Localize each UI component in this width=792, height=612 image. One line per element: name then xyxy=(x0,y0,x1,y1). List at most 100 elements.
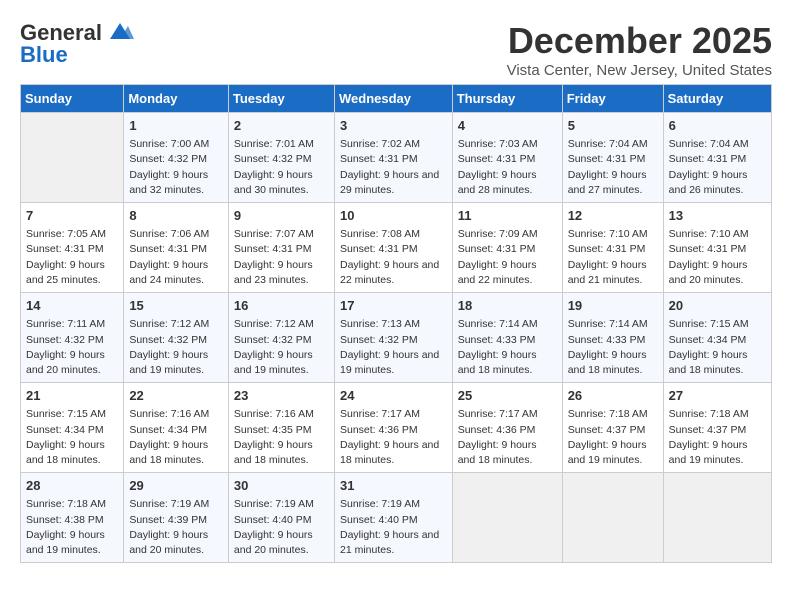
calendar-cell: 6 Sunrise: 7:04 AMSunset: 4:31 PMDaylight… xyxy=(663,113,771,203)
calendar-cell: 7 Sunrise: 7:05 AMSunset: 4:31 PMDaylight… xyxy=(21,203,124,293)
day-number: 17 xyxy=(340,297,447,315)
cell-content: Sunrise: 7:16 AMSunset: 4:35 PMDaylight:… xyxy=(234,408,314,466)
day-number: 16 xyxy=(234,297,329,315)
day-number: 9 xyxy=(234,207,329,225)
calendar-cell: 27 Sunrise: 7:18 AMSunset: 4:37 PMDayligh… xyxy=(663,383,771,473)
day-number: 21 xyxy=(26,387,118,405)
day-number: 28 xyxy=(26,477,118,495)
cell-content: Sunrise: 7:09 AMSunset: 4:31 PMDaylight:… xyxy=(458,228,538,286)
cell-content: Sunrise: 7:13 AMSunset: 4:32 PMDaylight:… xyxy=(340,318,439,376)
cell-content: Sunrise: 7:17 AMSunset: 4:36 PMDaylight:… xyxy=(340,408,439,466)
cell-content: Sunrise: 7:16 AMSunset: 4:34 PMDaylight:… xyxy=(129,408,209,466)
cell-content: Sunrise: 7:18 AMSunset: 4:38 PMDaylight:… xyxy=(26,498,106,556)
day-number: 3 xyxy=(340,117,447,135)
cell-content: Sunrise: 7:03 AMSunset: 4:31 PMDaylight:… xyxy=(458,138,538,196)
calendar-body: 1Sunrise: 7:00 AMSunset: 4:32 PMDaylight… xyxy=(21,113,772,563)
day-header-saturday: Saturday xyxy=(663,85,771,113)
calendar-cell: 30Sunrise: 7:19 AMSunset: 4:40 PMDayligh… xyxy=(228,473,334,563)
cell-content: Sunrise: 7:01 AMSunset: 4:32 PMDaylight:… xyxy=(234,138,314,196)
location: Vista Center, New Jersey, United States xyxy=(507,62,772,79)
day-number: 12 xyxy=(568,207,658,225)
day-number: 15 xyxy=(129,297,223,315)
calendar-cell: 22 Sunrise: 7:16 AMSunset: 4:34 PMDayligh… xyxy=(124,383,229,473)
cell-content: Sunrise: 7:05 AMSunset: 4:31 PMDaylight:… xyxy=(26,228,106,286)
cell-content: Sunrise: 7:04 AMSunset: 4:31 PMDaylight:… xyxy=(568,138,648,196)
day-number: 4 xyxy=(458,117,557,135)
cell-content: Sunrise: 7:11 AMSunset: 4:32 PMDaylight:… xyxy=(26,318,105,376)
cell-content: Sunrise: 7:17 AMSunset: 4:36 PMDaylight:… xyxy=(458,408,538,466)
cell-content: Sunrise: 7:07 AMSunset: 4:31 PMDaylight:… xyxy=(234,228,314,286)
calendar-cell: 23 Sunrise: 7:16 AMSunset: 4:35 PMDayligh… xyxy=(228,383,334,473)
day-number: 18 xyxy=(458,297,557,315)
calendar-cell: 1Sunrise: 7:00 AMSunset: 4:32 PMDaylight… xyxy=(124,113,229,203)
calendar-cell xyxy=(562,473,663,563)
day-number: 10 xyxy=(340,207,447,225)
cell-content: Sunrise: 7:00 AMSunset: 4:32 PMDaylight:… xyxy=(129,138,209,196)
day-number: 14 xyxy=(26,297,118,315)
cell-content: Sunrise: 7:18 AMSunset: 4:37 PMDaylight:… xyxy=(669,408,749,466)
day-header-monday: Monday xyxy=(124,85,229,113)
calendar-week-row: 7 Sunrise: 7:05 AMSunset: 4:31 PMDaylight… xyxy=(21,203,772,293)
calendar-cell: 17 Sunrise: 7:13 AMSunset: 4:32 PMDayligh… xyxy=(334,293,452,383)
day-number: 26 xyxy=(568,387,658,405)
day-number: 8 xyxy=(129,207,223,225)
calendar-cell: 14 Sunrise: 7:11 AMSunset: 4:32 PMDayligh… xyxy=(21,293,124,383)
day-number: 2 xyxy=(234,117,329,135)
cell-content: Sunrise: 7:15 AMSunset: 4:34 PMDaylight:… xyxy=(669,318,749,376)
cell-content: Sunrise: 7:04 AMSunset: 4:31 PMDaylight:… xyxy=(669,138,749,196)
calendar-cell: 15Sunrise: 7:12 AMSunset: 4:32 PMDayligh… xyxy=(124,293,229,383)
calendar-cell: 10 Sunrise: 7:08 AMSunset: 4:31 PMDayligh… xyxy=(334,203,452,293)
cell-content: Sunrise: 7:15 AMSunset: 4:34 PMDaylight:… xyxy=(26,408,106,466)
cell-content: Sunrise: 7:08 AMSunset: 4:31 PMDaylight:… xyxy=(340,228,439,286)
cell-content: Sunrise: 7:02 AMSunset: 4:31 PMDaylight:… xyxy=(340,138,439,196)
day-number: 27 xyxy=(669,387,766,405)
cell-content: Sunrise: 7:14 AMSunset: 4:33 PMDaylight:… xyxy=(458,318,538,376)
calendar-week-row: 28 Sunrise: 7:18 AMSunset: 4:38 PMDayligh… xyxy=(21,473,772,563)
calendar-cell: 12 Sunrise: 7:10 AMSunset: 4:31 PMDayligh… xyxy=(562,203,663,293)
day-number: 6 xyxy=(669,117,766,135)
calendar-cell xyxy=(21,113,124,203)
logo-blue: Blue xyxy=(20,42,68,68)
day-header-sunday: Sunday xyxy=(21,85,124,113)
day-number: 29 xyxy=(129,477,223,495)
day-header-tuesday: Tuesday xyxy=(228,85,334,113)
calendar-cell xyxy=(663,473,771,563)
logo-icon xyxy=(106,21,134,43)
title-section: December 2025 Vista Center, New Jersey, … xyxy=(507,20,772,79)
cell-content: Sunrise: 7:12 AMSunset: 4:32 PMDaylight:… xyxy=(234,318,314,376)
calendar-cell: 3 Sunrise: 7:02 AMSunset: 4:31 PMDaylight… xyxy=(334,113,452,203)
day-header-thursday: Thursday xyxy=(452,85,562,113)
day-number: 23 xyxy=(234,387,329,405)
day-number: 7 xyxy=(26,207,118,225)
cell-content: Sunrise: 7:14 AMSunset: 4:33 PMDaylight:… xyxy=(568,318,648,376)
logo: General Blue xyxy=(20,20,134,68)
cell-content: Sunrise: 7:19 AMSunset: 4:40 PMDaylight:… xyxy=(340,498,439,556)
cell-content: Sunrise: 7:06 AMSunset: 4:31 PMDaylight:… xyxy=(129,228,209,286)
page-header: General Blue December 2025 Vista Center,… xyxy=(10,10,782,84)
cell-content: Sunrise: 7:10 AMSunset: 4:31 PMDaylight:… xyxy=(568,228,648,286)
calendar-cell: 18 Sunrise: 7:14 AMSunset: 4:33 PMDayligh… xyxy=(452,293,562,383)
cell-content: Sunrise: 7:19 AMSunset: 4:39 PMDaylight:… xyxy=(129,498,209,556)
calendar-week-row: 1Sunrise: 7:00 AMSunset: 4:32 PMDaylight… xyxy=(21,113,772,203)
calendar-header-row: SundayMondayTuesdayWednesdayThursdayFrid… xyxy=(21,85,772,113)
calendar-cell: 16 Sunrise: 7:12 AMSunset: 4:32 PMDayligh… xyxy=(228,293,334,383)
calendar-cell: 5 Sunrise: 7:04 AMSunset: 4:31 PMDaylight… xyxy=(562,113,663,203)
day-number: 13 xyxy=(669,207,766,225)
day-number: 30 xyxy=(234,477,329,495)
calendar-week-row: 14 Sunrise: 7:11 AMSunset: 4:32 PMDayligh… xyxy=(21,293,772,383)
calendar-cell: 8 Sunrise: 7:06 AMSunset: 4:31 PMDaylight… xyxy=(124,203,229,293)
calendar-cell: 20Sunrise: 7:15 AMSunset: 4:34 PMDayligh… xyxy=(663,293,771,383)
day-number: 5 xyxy=(568,117,658,135)
day-number: 19 xyxy=(568,297,658,315)
calendar-cell: 9 Sunrise: 7:07 AMSunset: 4:31 PMDaylight… xyxy=(228,203,334,293)
day-number: 22 xyxy=(129,387,223,405)
calendar-cell: 25Sunrise: 7:17 AMSunset: 4:36 PMDayligh… xyxy=(452,383,562,473)
calendar-cell: 29 Sunrise: 7:19 AMSunset: 4:39 PMDayligh… xyxy=(124,473,229,563)
calendar-cell: 11Sunrise: 7:09 AMSunset: 4:31 PMDayligh… xyxy=(452,203,562,293)
calendar-cell: 19 Sunrise: 7:14 AMSunset: 4:33 PMDayligh… xyxy=(562,293,663,383)
day-number: 24 xyxy=(340,387,447,405)
calendar-cell: 31Sunrise: 7:19 AMSunset: 4:40 PMDayligh… xyxy=(334,473,452,563)
calendar-table: SundayMondayTuesdayWednesdayThursdayFrid… xyxy=(20,84,772,563)
day-header-friday: Friday xyxy=(562,85,663,113)
calendar-cell: 26Sunrise: 7:18 AMSunset: 4:37 PMDayligh… xyxy=(562,383,663,473)
